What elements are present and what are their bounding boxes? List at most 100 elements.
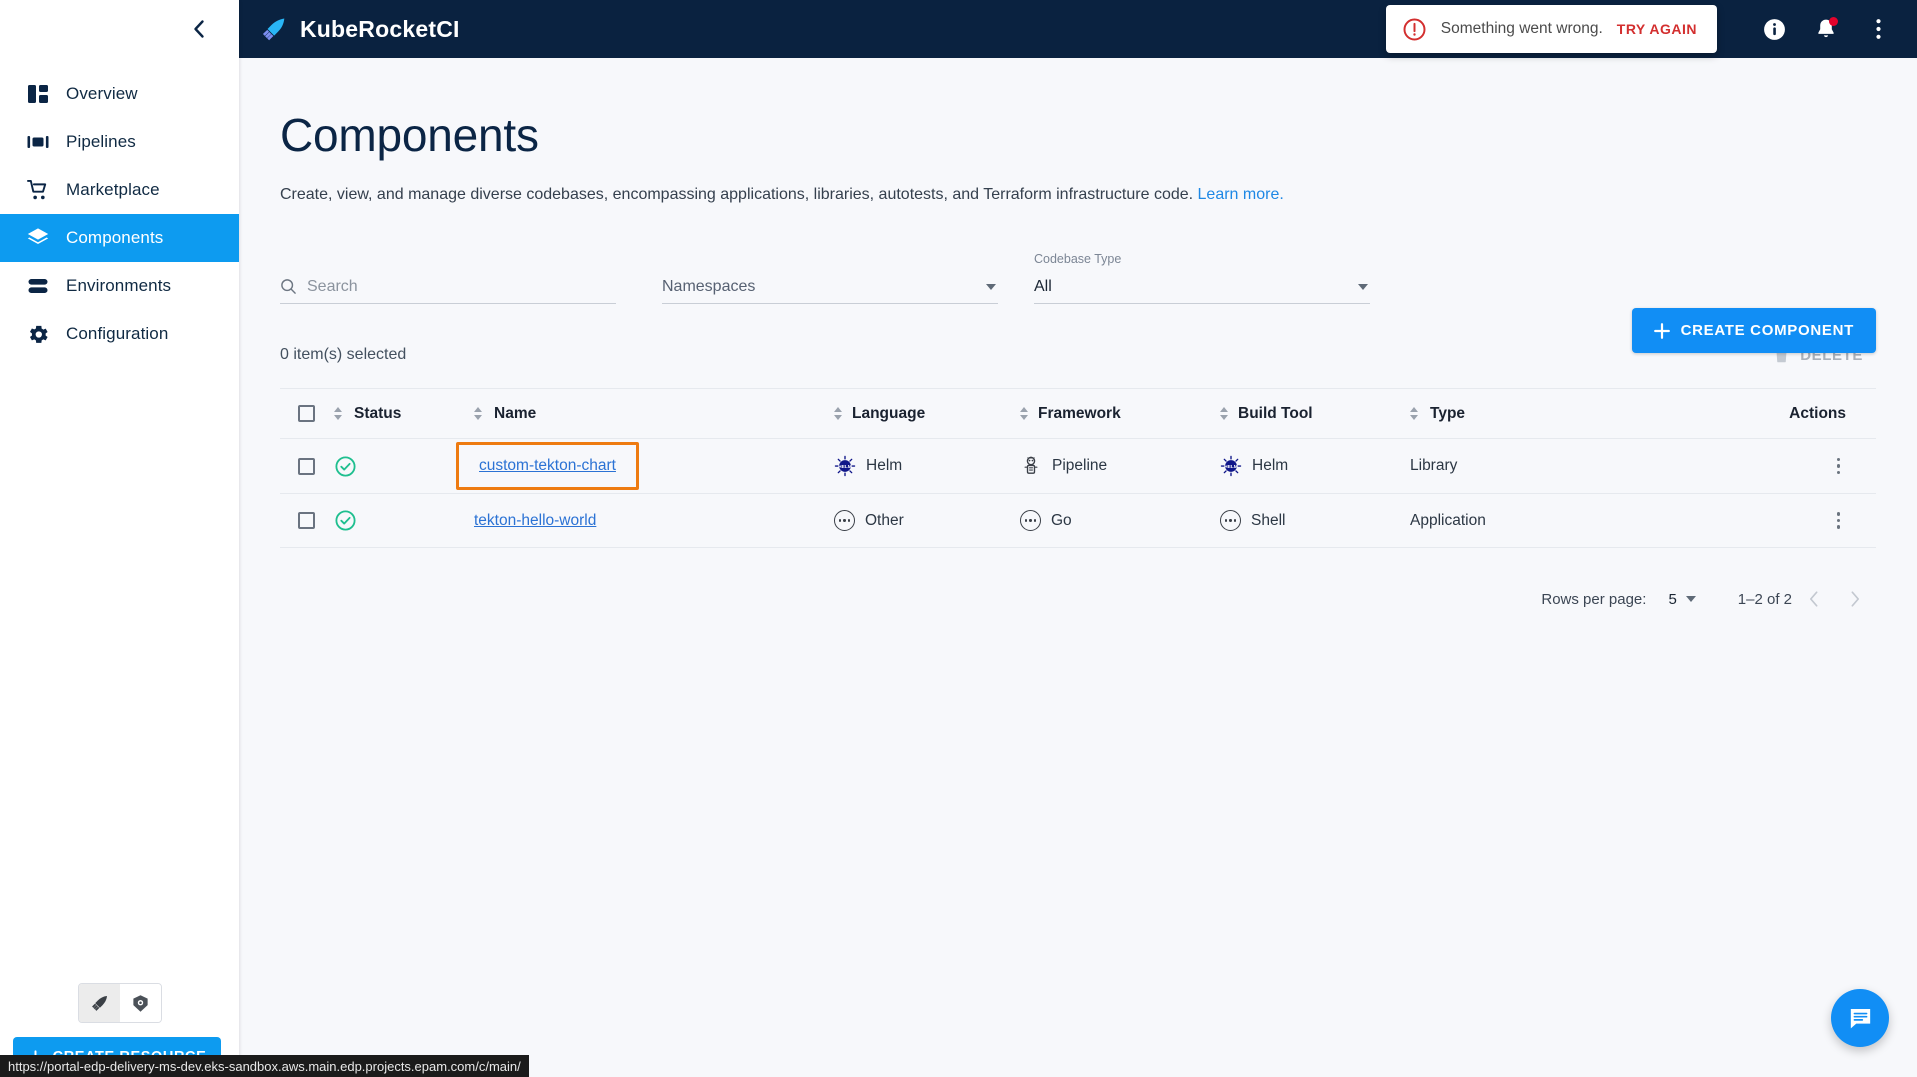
- brand[interactable]: KubeRocketCI: [239, 16, 460, 43]
- browser-status-bar: https://portal-edp-delivery-ms-dev.eks-s…: [0, 1055, 529, 1077]
- sidebar-item-label: Marketplace: [66, 180, 160, 200]
- notifications-button[interactable]: [1803, 6, 1849, 52]
- chevron-left-icon: [192, 19, 205, 39]
- learn-more-link[interactable]: Learn more.: [1198, 186, 1284, 203]
- column-header-label: Actions: [1789, 405, 1846, 423]
- chat-fab-button[interactable]: [1831, 989, 1889, 1047]
- sidebar-item-pipelines[interactable]: Pipelines: [0, 118, 239, 166]
- sidebar-item-environments[interactable]: Environments: [0, 262, 239, 310]
- table-row[interactable]: custom-tekton-chart HELM Helm: [280, 438, 1876, 493]
- column-header-label: Build Tool: [1238, 405, 1313, 423]
- topbar-right-actions: Something went wrong. TRY AGAIN: [1386, 5, 1917, 53]
- brand-title: KubeRocketCI: [300, 16, 460, 43]
- create-component-label: CREATE COMPONENT: [1681, 322, 1854, 339]
- next-page-button[interactable]: [1834, 578, 1876, 620]
- row-framework-label: Pipeline: [1052, 457, 1107, 475]
- row-checkbox[interactable]: [298, 458, 315, 475]
- chevron-right-icon: [1850, 590, 1861, 608]
- sidebar-item-label: Environments: [66, 276, 171, 296]
- status-ok-icon: [334, 509, 357, 532]
- sidebar-item-components[interactable]: Components: [0, 214, 239, 262]
- column-name: Name: [474, 405, 834, 423]
- row-actions-menu-button[interactable]: [1831, 452, 1847, 481]
- error-toast: Something went wrong. TRY AGAIN: [1386, 5, 1717, 53]
- overflow-menu-button[interactable]: [1855, 6, 1901, 52]
- chevron-down-icon: [986, 284, 996, 290]
- chat-bubble-icon: [1847, 1005, 1874, 1032]
- main-content: Components Create, view, and manage dive…: [239, 58, 1917, 1077]
- sort-language-button[interactable]: [834, 407, 842, 420]
- codebase-type-select[interactable]: Codebase Type All: [1034, 270, 1370, 304]
- page-description: Create, view, and manage diverse codebas…: [280, 186, 1917, 204]
- svg-text:HELM: HELM: [1224, 464, 1238, 470]
- select-all-checkbox[interactable]: [298, 405, 315, 422]
- sort-build-tool-button[interactable]: [1220, 407, 1228, 420]
- row-framework-cell: Pipeline: [1020, 455, 1220, 477]
- sort-status-button[interactable]: [334, 407, 342, 420]
- namespaces-value: Namespaces: [662, 278, 755, 296]
- search-field[interactable]: Search: [280, 270, 616, 304]
- row-name-cell: tekton-hello-world: [474, 512, 834, 530]
- row-status-cell: [334, 509, 474, 532]
- select-all-cell: [280, 405, 334, 422]
- codebase-type-label: Codebase Type: [1034, 252, 1121, 266]
- try-again-button[interactable]: TRY AGAIN: [1617, 21, 1697, 37]
- column-language: Language: [834, 405, 1020, 423]
- pagination: Rows per page: 5 1–2 of 2: [280, 578, 1876, 620]
- column-header-label: Framework: [1038, 405, 1121, 423]
- row-language-cell: Other: [834, 510, 1020, 531]
- gear-icon: [10, 323, 66, 346]
- info-circle-icon: [1762, 17, 1787, 42]
- chevron-down-icon[interactable]: [1686, 596, 1696, 602]
- row-select-cell: [280, 512, 334, 529]
- component-name-link[interactable]: custom-tekton-chart: [479, 457, 616, 475]
- sidebar-item-label: Overview: [66, 84, 138, 104]
- create-component-button[interactable]: CREATE COMPONENT: [1632, 308, 1876, 353]
- cart-icon: [10, 179, 66, 202]
- row-actions-cell: [1560, 506, 1876, 535]
- error-circle-icon: [1402, 17, 1427, 42]
- row-framework-cell: Go: [1020, 510, 1220, 531]
- tekton-icon: [1020, 455, 1042, 477]
- namespaces-select[interactable]: Namespaces: [662, 270, 998, 304]
- table-row[interactable]: tekton-hello-world Other Go Shell Applic…: [280, 493, 1876, 548]
- component-name-link[interactable]: tekton-hello-world: [474, 512, 596, 530]
- kubernetes-icon-button[interactable]: [120, 984, 161, 1022]
- sort-framework-button[interactable]: [1020, 407, 1028, 420]
- sidebar-item-marketplace[interactable]: Marketplace: [0, 166, 239, 214]
- sort-type-button[interactable]: [1410, 407, 1418, 420]
- row-type-cell: Library: [1410, 457, 1560, 475]
- krci-rocket-icon: [260, 16, 287, 43]
- krci-rocket-icon-button[interactable]: [79, 984, 120, 1022]
- row-framework-label: Go: [1051, 512, 1072, 530]
- rows-per-page-select[interactable]: 5: [1668, 591, 1676, 608]
- highlight-box: custom-tekton-chart: [456, 442, 639, 490]
- row-type-label: Application: [1410, 512, 1486, 530]
- sidebar-item-overview[interactable]: Overview: [0, 70, 239, 118]
- sidebar-item-label: Pipelines: [66, 132, 136, 152]
- components-table: Status Name Language Framework Build Too…: [280, 388, 1876, 548]
- collapse-sidebar-button[interactable]: [181, 12, 215, 46]
- info-button[interactable]: [1751, 6, 1797, 52]
- column-framework: Framework: [1020, 405, 1220, 423]
- search-icon: [280, 278, 297, 295]
- error-toast-message: Something went wrong.: [1441, 20, 1603, 38]
- layers-icon: [10, 226, 66, 250]
- previous-page-button[interactable]: [1792, 578, 1834, 620]
- sidebar-nav: Overview Pipelines Marketplace Component…: [0, 58, 239, 358]
- top-bar: KubeRocketCI Something went wrong. TRY A…: [239, 0, 1917, 58]
- row-actions-menu-button[interactable]: [1831, 506, 1847, 535]
- search-input[interactable]: Search: [307, 278, 358, 296]
- codebase-type-value: All: [1034, 278, 1052, 296]
- column-actions: Actions: [1560, 405, 1876, 423]
- plus-icon: [1654, 323, 1670, 339]
- column-header-label: Name: [494, 405, 536, 423]
- sort-name-button[interactable]: [474, 407, 482, 420]
- sidebar-item-configuration[interactable]: Configuration: [0, 310, 239, 358]
- kebab-menu-icon: [1876, 18, 1881, 40]
- cluster-switch: [78, 983, 162, 1023]
- row-checkbox[interactable]: [298, 512, 315, 529]
- pagination-range: 1–2 of 2: [1738, 591, 1792, 608]
- dots-circle-icon: [1220, 510, 1241, 531]
- row-type-cell: Application: [1410, 512, 1560, 530]
